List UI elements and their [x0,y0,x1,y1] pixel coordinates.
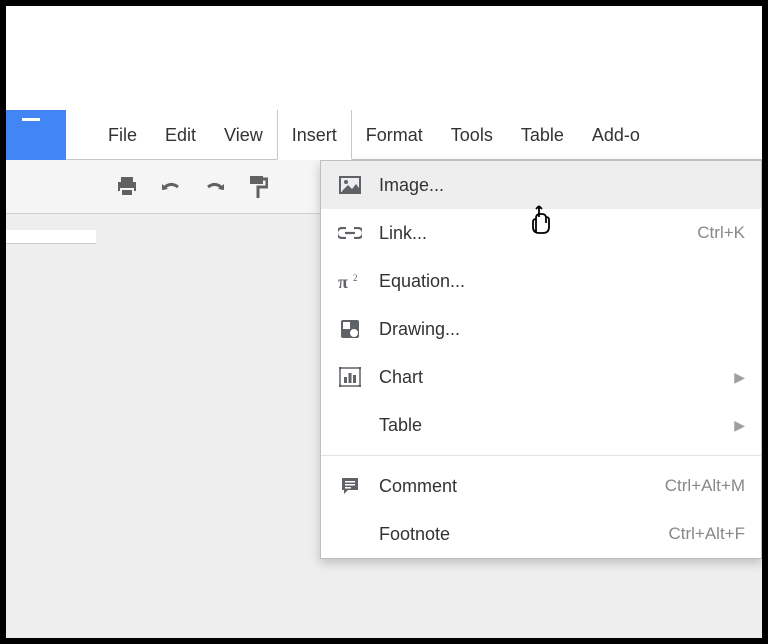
menu-separator [321,455,761,456]
menubar: File Edit View Insert Format Tools Table… [6,110,762,160]
menu-addons[interactable]: Add-o [578,110,654,160]
menu-item-equation[interactable]: π2 Equation... [321,257,761,305]
menu-item-label: Table [379,415,422,436]
menu-item-footnote[interactable]: Footnote Ctrl+Alt+F [321,510,761,558]
menu-item-shortcut: Ctrl+Alt+M [665,476,745,496]
svg-text:2: 2 [353,273,358,283]
menu-item-label: Comment [379,476,457,497]
menu-view[interactable]: View [210,110,277,160]
app-logo [6,110,66,160]
ruler [6,230,96,244]
redo-icon[interactable] [204,179,226,195]
print-icon[interactable] [116,177,138,197]
menu-table[interactable]: Table [507,110,578,160]
menu-item-chart[interactable]: Chart ▶ [321,353,761,401]
chevron-right-icon: ▶ [734,369,745,386]
chevron-right-icon: ▶ [734,417,745,434]
menu-item-image[interactable]: Image... [321,161,761,209]
insert-dropdown: Image... Link... Ctrl+K π2 Equation... D… [320,160,762,559]
menu-edit[interactable]: Edit [151,110,210,160]
equation-icon: π2 [337,272,363,290]
link-icon [337,227,363,239]
image-icon [337,176,363,194]
menu-item-label: Chart [379,367,423,388]
menu-item-label: Drawing... [379,319,460,340]
menu-tools[interactable]: Tools [437,110,507,160]
chart-icon [337,367,363,387]
menu-item-shortcut: Ctrl+K [697,223,745,243]
menu-item-label: Equation... [379,271,465,292]
menu-file[interactable]: File [94,110,151,160]
comment-icon [337,476,363,496]
menu-item-table[interactable]: Table ▶ [321,401,761,449]
drawing-icon [337,319,363,339]
menu-item-link[interactable]: Link... Ctrl+K [321,209,761,257]
paint-format-icon[interactable] [248,175,268,199]
menu-insert[interactable]: Insert [277,110,352,160]
menu-item-label: Image... [379,175,444,196]
menu-item-drawing[interactable]: Drawing... [321,305,761,353]
svg-text:π: π [338,272,348,290]
undo-icon[interactable] [160,179,182,195]
menu-item-shortcut: Ctrl+Alt+F [668,524,745,544]
menu-item-label: Link... [379,223,427,244]
menu-item-comment[interactable]: Comment Ctrl+Alt+M [321,462,761,510]
menu-item-label: Footnote [379,524,450,545]
menu-format[interactable]: Format [352,110,437,160]
